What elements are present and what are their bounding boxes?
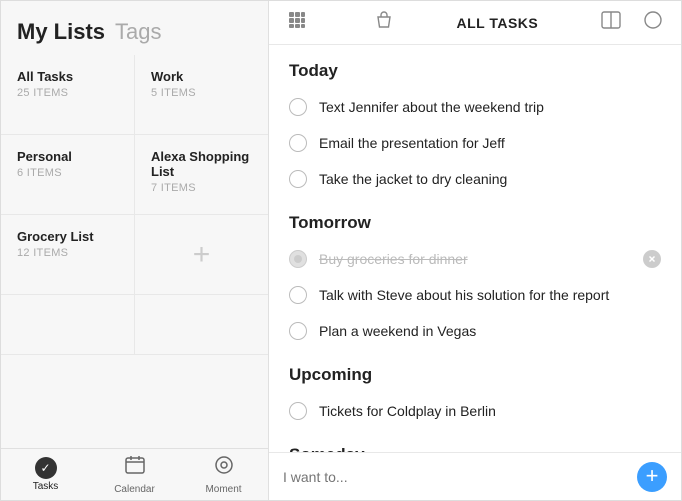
task-row-t2[interactable]: Email the presentation for Jeff (269, 125, 681, 161)
grid-row-2: Personal 6 ITEMS Alexa Shopping List 7 I… (1, 135, 268, 215)
add-list-icon: + (193, 240, 211, 270)
input-bar: + (269, 452, 681, 500)
main-panel: ALL TASKS Today (269, 1, 681, 500)
list-name-grocery: Grocery List (17, 229, 118, 244)
list-empty-2 (135, 295, 268, 355)
task-circle-t4[interactable] (289, 250, 307, 268)
tasks-list: Today Text Jennifer about the weekend tr… (269, 45, 681, 452)
task-row-t3[interactable]: Take the jacket to dry cleaning (269, 161, 681, 197)
bag-icon[interactable] (370, 10, 398, 35)
list-item-add[interactable]: + (135, 215, 268, 295)
grid-row-4 (1, 295, 268, 355)
grid-icon[interactable] (283, 11, 311, 34)
moment-nav-icon (213, 454, 235, 482)
list-count-personal: 6 ITEMS (17, 167, 118, 179)
list-count-work: 5 ITEMS (151, 87, 252, 99)
task-circle-t3[interactable] (289, 170, 307, 188)
list-item-all-tasks[interactable]: All Tasks 25 ITEMS (1, 55, 135, 135)
sidebar-header: My Lists Tags (1, 1, 268, 55)
list-count-all-tasks: 25 ITEMS (17, 87, 118, 99)
nav-label-tasks: Tasks (33, 481, 59, 492)
task-text-t6: Plan a weekend in Vegas (319, 323, 661, 339)
split-view-icon[interactable] (597, 10, 625, 35)
list-empty-1 (1, 295, 135, 355)
task-row-t1[interactable]: Text Jennifer about the weekend trip (269, 89, 681, 125)
task-row-t5[interactable]: Talk with Steve about his solution for t… (269, 277, 681, 313)
list-count-alexa-shopping: 7 ITEMS (151, 182, 252, 194)
section-header-tomorrow: Tomorrow (269, 197, 681, 241)
task-text-t1: Text Jennifer about the weekend trip (319, 99, 661, 115)
task-circle-t2[interactable] (289, 134, 307, 152)
list-name-work: Work (151, 69, 252, 84)
nav-item-tasks[interactable]: ✓ Tasks (1, 457, 90, 492)
add-task-icon: + (646, 465, 659, 487)
grid-row-3: Grocery List 12 ITEMS + (1, 215, 268, 295)
list-count-grocery: 12 ITEMS (17, 247, 118, 259)
list-item-alexa-shopping[interactable]: Alexa Shopping List 7 ITEMS (135, 135, 268, 215)
task-row-t4[interactable]: Buy groceries for dinner (269, 241, 681, 277)
options-icon[interactable] (639, 10, 667, 35)
nav-item-calendar[interactable]: Calendar (90, 454, 179, 495)
nav-item-moment[interactable]: Moment (179, 454, 268, 495)
tasks-nav-icon: ✓ (35, 457, 57, 479)
sidebar-my-lists-title: My Lists (17, 19, 105, 45)
task-row-t6[interactable]: Plan a weekend in Vegas (269, 313, 681, 349)
list-name-personal: Personal (17, 149, 118, 164)
task-circle-t6[interactable] (289, 322, 307, 340)
section-header-today: Today (269, 45, 681, 89)
list-name-alexa-shopping: Alexa Shopping List (151, 149, 252, 179)
task-input[interactable] (283, 469, 627, 485)
task-text-t2: Email the presentation for Jeff (319, 135, 661, 151)
task-circle-t5[interactable] (289, 286, 307, 304)
header-right-icons (597, 10, 667, 35)
nav-label-calendar: Calendar (114, 484, 155, 495)
task-delete-t4[interactable] (643, 250, 661, 268)
lists-grid-wrapper: All Tasks 25 ITEMS Work 5 ITEMS Personal… (1, 55, 268, 448)
task-text-t3: Take the jacket to dry cleaning (319, 171, 661, 187)
task-text-t5: Talk with Steve about his solution for t… (319, 287, 661, 303)
task-text-t4: Buy groceries for dinner (319, 251, 631, 267)
list-item-work[interactable]: Work 5 ITEMS (135, 55, 268, 135)
sidebar: My Lists Tags All Tasks 25 ITEMS Work 5 … (1, 1, 269, 500)
task-text-t7: Tickets for Coldplay in Berlin (319, 403, 661, 419)
bottom-nav: ✓ Tasks Calendar (1, 448, 268, 500)
main-header-title: ALL TASKS (456, 15, 538, 31)
task-circle-t7[interactable] (289, 402, 307, 420)
task-row-t7[interactable]: Tickets for Coldplay in Berlin (269, 393, 681, 429)
grid-row-1: All Tasks 25 ITEMS Work 5 ITEMS (1, 55, 268, 135)
section-header-upcoming: Upcoming (269, 349, 681, 393)
calendar-nav-icon (124, 454, 146, 482)
list-item-personal[interactable]: Personal 6 ITEMS (1, 135, 135, 215)
app-container: My Lists Tags All Tasks 25 ITEMS Work 5 … (0, 0, 682, 501)
task-circle-t1[interactable] (289, 98, 307, 116)
nav-label-moment: Moment (205, 484, 241, 495)
list-name-all-tasks: All Tasks (17, 69, 118, 84)
list-item-grocery[interactable]: Grocery List 12 ITEMS (1, 215, 135, 295)
sidebar-tags-title: Tags (115, 19, 161, 45)
section-header-someday: Someday (269, 429, 681, 452)
main-header: ALL TASKS (269, 1, 681, 45)
add-task-button[interactable]: + (637, 462, 667, 492)
